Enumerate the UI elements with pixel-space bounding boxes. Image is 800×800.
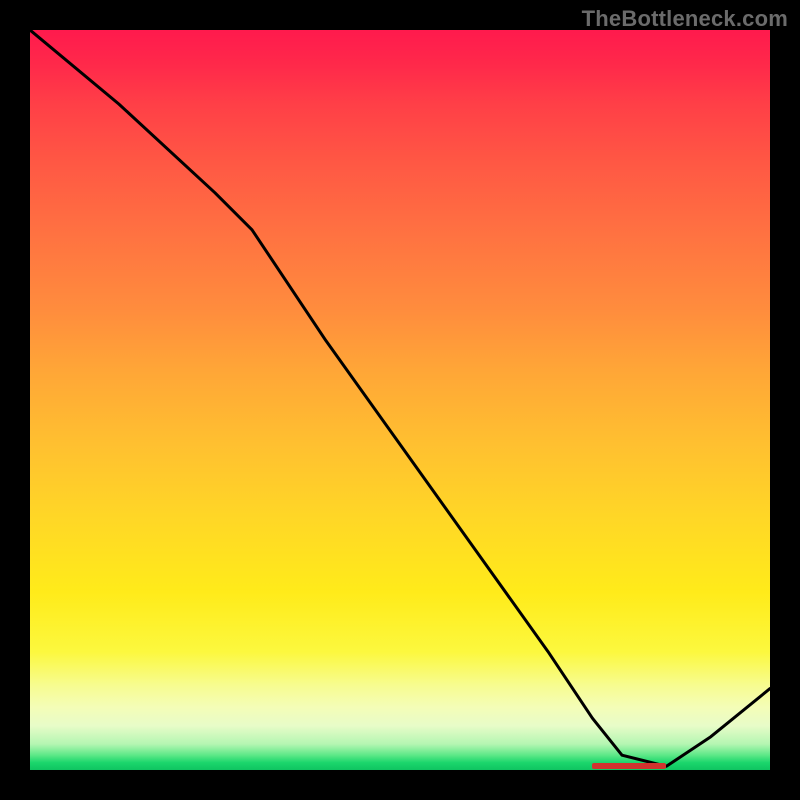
plot-frame bbox=[30, 30, 770, 770]
min-flat-marker bbox=[592, 763, 666, 769]
watermark-text: TheBottleneck.com bbox=[582, 6, 788, 32]
chart-stage: TheBottleneck.com bbox=[0, 0, 800, 800]
line-series bbox=[30, 30, 770, 770]
